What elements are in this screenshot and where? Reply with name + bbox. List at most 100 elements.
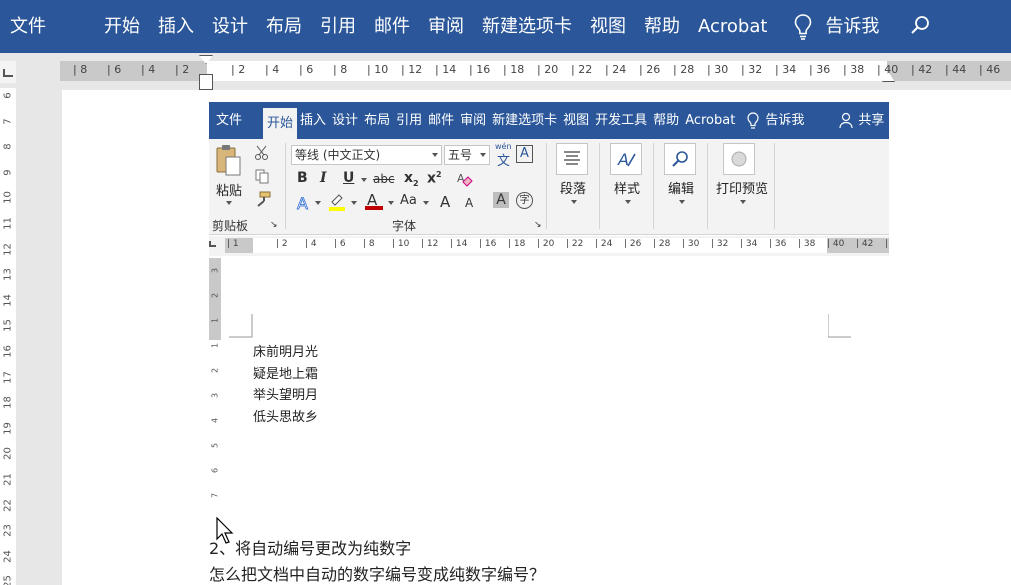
chevron-down-icon [423, 201, 429, 205]
vruler-tick-label: 11 [2, 217, 14, 230]
mouse-cursor-icon [216, 517, 234, 544]
tab-insert[interactable]: 插入 [149, 0, 203, 53]
vruler-tick-label: 12 [2, 242, 14, 256]
ruler-tick-label: | 36 [809, 63, 831, 76]
inner-ruler-tick-label: | 20 [537, 239, 555, 249]
margin-corner-mark [828, 314, 851, 338]
text-effects-icon: A [295, 193, 313, 214]
vruler-tick-label: 6 [2, 92, 14, 99]
inner-vruler-tick-label: 3 [210, 267, 220, 274]
font-group-label: 字体 [392, 219, 417, 233]
tab-review[interactable]: 审阅 [419, 0, 473, 53]
inner-ruler-tick-label: | 6 [334, 239, 346, 249]
inner-vruler-tick-label: 7 [210, 492, 220, 499]
inner-ruler-tick-label: | 40 [827, 239, 845, 249]
inner-ruler-tick-label: | 30 [682, 239, 700, 249]
inner-ruler-tick-label: | 42 [856, 239, 874, 249]
section-heading[interactable]: 2、将自动编号更改为纯数字 [209, 535, 411, 559]
inner-ruler-tick-label: | 14 [450, 239, 468, 249]
body-paragraph[interactable]: 怎么把文档中自动的数字编号变成纯数字编号？ [209, 561, 545, 585]
ruler-tick-label: | 32 [741, 63, 763, 76]
chevron-down-icon [679, 200, 685, 204]
tab-home[interactable]: 开始 [95, 0, 149, 53]
ruler-tick-label: | 38 [843, 63, 865, 76]
chevron-down-icon [315, 201, 321, 205]
editing-icon [664, 143, 696, 175]
inner-vruler-tick-label: 1 [210, 342, 220, 349]
tab-acrobat[interactable]: Acrobat [689, 0, 776, 53]
tab-help[interactable]: 帮助 [635, 0, 689, 53]
print-preview-label: 打印预览 [716, 182, 769, 197]
ruler-tick-label: | 34 [775, 63, 797, 76]
chevron-down-icon [351, 201, 357, 205]
underline-button: U [343, 170, 355, 186]
inner-vruler-tick-label: 3 [210, 392, 220, 399]
styles-label: 样式 [614, 182, 641, 197]
tell-me-box[interactable]: 告诉我 [816, 0, 888, 53]
ruler-tick-label: | 30 [707, 63, 729, 76]
vruler-tick-label: 10 [2, 191, 14, 205]
editing-label: 编辑 [668, 182, 695, 197]
ruler-tick-label: | 14 [435, 63, 457, 76]
inner-tab-file: 文件 [216, 113, 243, 128]
horizontal-ruler-row: | 8 | 6 | 4 | 2 | 2 | 4 | 6 | 8 | 10 | 12 | 14 | 16… [0, 53, 1011, 88]
character-shading-button: A [493, 192, 509, 208]
vertical-ruler[interactable]: 6 7 8 9 10 11 12 13 14 15 16 17 18 19 20 21 22 23 24 25 [0, 88, 16, 585]
inner-horizontal-ruler-row: | 1 | 2 | 4 | 6 | 8 | 10 | 12 | 14 | 16 | 18 | 20 |… [209, 236, 889, 256]
group-divider [774, 143, 775, 229]
strikethrough-button: abc [373, 172, 395, 186]
print-preview-icon [723, 143, 755, 175]
chevron-down-icon [571, 200, 577, 204]
grow-font-button: A [440, 193, 451, 211]
font-name-value: 等线 (中文正文) [295, 148, 381, 162]
paste-icon [214, 143, 244, 179]
tab-mailings[interactable]: 邮件 [365, 0, 419, 53]
styles-icon: A [610, 143, 642, 175]
poem-line-2: 疑是地上霜 [253, 367, 319, 382]
ruler-tick-label: | 4 [265, 63, 280, 76]
tab-view[interactable]: 视图 [581, 0, 635, 53]
inner-tab-layout: 布局 [364, 113, 391, 128]
ruler-tick-label: | 6 [299, 63, 314, 76]
chevron-down-icon [625, 200, 631, 204]
inner-vertical-ruler: 3 2 1 1 2 3 4 5 6 7 [209, 258, 221, 502]
tab-design[interactable]: 设计 [203, 0, 257, 53]
ruler-tick-label: | 20 [537, 63, 559, 76]
search-icon[interactable] [904, 0, 934, 53]
ruler-tick-label: | 12 [401, 63, 423, 76]
embedded-word-screenshot[interactable]: 文件 开始 插入 设计 布局 引用 邮件 审阅 新建选项卡 视图 开发工具 帮助… [209, 102, 889, 502]
italic-button: I [320, 170, 327, 186]
inner-share: 共享 [858, 113, 885, 128]
inner-horizontal-ruler: | 1 | 2 | 4 | 6 | 8 | 10 | 12 | 14 | 16 | 18 | 20 |… [225, 238, 889, 253]
font-size-combo: 五号 [444, 145, 490, 165]
character-border-icon: A [516, 145, 533, 163]
inner-ruler-tick-label: | 36 [769, 239, 787, 249]
tab-layout[interactable]: 布局 [257, 0, 311, 53]
ruler-tick-label: | 16 [469, 63, 491, 76]
inner-ruler-tick-label: | 32 [711, 239, 729, 249]
chevron-down-icon [361, 178, 367, 182]
inner-tab-mailings: 邮件 [428, 113, 455, 128]
vruler-tick-label: 13 [2, 268, 14, 282]
tab-selector-icon[interactable] [0, 61, 16, 83]
superscript-button: x2 [427, 170, 442, 187]
inner-tab-developer: 开发工具 [595, 113, 648, 128]
lightbulb-icon[interactable] [790, 0, 816, 53]
inner-ruler-tick-label: | 26 [624, 239, 642, 249]
tab-references[interactable]: 引用 [311, 0, 365, 53]
ruler-tick-label: | 2 [175, 63, 190, 76]
svg-text:A: A [297, 194, 308, 213]
left-indent-marker[interactable] [199, 74, 213, 90]
inner-ruler-tick-label: | 10 [392, 239, 410, 249]
superscript-mark: 2 [436, 170, 442, 179]
paste-dropdown-icon [226, 201, 232, 205]
inner-tab-design: 设计 [332, 113, 359, 128]
inner-tab-new-tab: 新建选项卡 [492, 113, 558, 128]
group-divider [599, 143, 600, 229]
tab-new-tab[interactable]: 新建选项卡 [473, 0, 581, 53]
inner-ruler-tick-label: | 18 [508, 239, 526, 249]
tab-file[interactable]: 文件 [0, 0, 55, 53]
inner-ruler-tick-label: | 38 [798, 239, 816, 249]
highlight-icon [327, 192, 347, 212]
margin-corner-mark [229, 314, 253, 338]
